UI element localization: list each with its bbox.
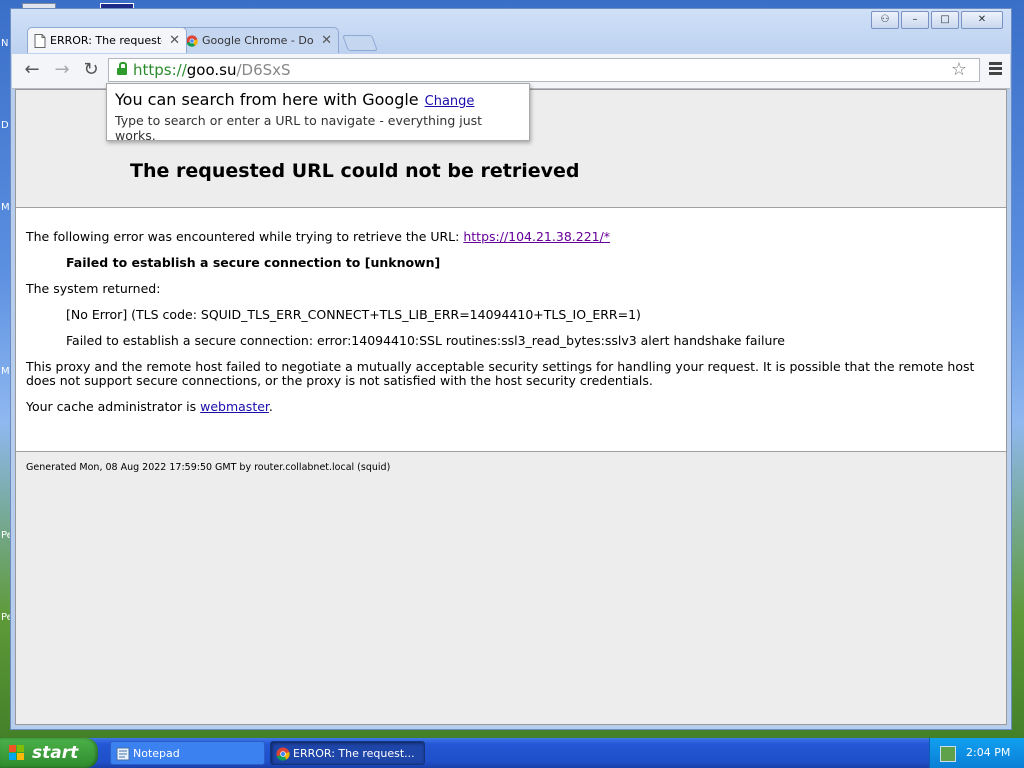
forward-button[interactable]: → (50, 59, 74, 81)
tab-strip: ERROR: The requested URL ✕ Google Chrome… (27, 27, 378, 55)
tab-title: ERROR: The requested URL (50, 34, 162, 47)
new-tab-button[interactable] (342, 35, 378, 51)
windows-logo-icon (9, 745, 25, 761)
bookmark-star-icon[interactable]: ☆ (951, 59, 967, 81)
taskbar: start Notepad ERROR: The request... 2:04… (0, 738, 1024, 768)
lock-icon[interactable] (117, 62, 127, 75)
error-intro-text: The following error was encountered whil… (26, 229, 464, 244)
generated-timestamp: Generated Mon, 08 Aug 2022 17:59:50 GMT … (26, 462, 391, 473)
reload-button[interactable]: ↻ (79, 59, 103, 81)
chrome-menu-icon[interactable] (989, 62, 1002, 75)
url-scheme: https:// (133, 61, 187, 79)
change-search-link[interactable]: Change (425, 94, 475, 109)
notepad-icon (116, 747, 130, 761)
error-explanation: This proxy and the remote host failed to… (26, 359, 975, 388)
window-controls: ⚇ – □ ✕ (871, 11, 1003, 29)
page-content: The requested URL could not be retrieved… (15, 89, 1007, 725)
ssl-error-detail: Failed to establish a secure connection:… (66, 333, 785, 348)
desktop-icon-label[interactable]: M (1, 202, 10, 213)
url-path: /D6SxS (236, 61, 291, 79)
close-tab-button[interactable]: ✕ (321, 33, 332, 48)
start-button[interactable]: start (0, 738, 98, 768)
url-host: goo.su (186, 61, 237, 79)
tab-title: Google Chrome - Download t (202, 34, 314, 47)
chrome-icon (276, 747, 290, 761)
network-icon[interactable] (940, 746, 956, 762)
admin-suffix: . (268, 399, 273, 414)
bubble-subtitle: Type to search or enter a URL to navigat… (115, 113, 483, 143)
close-tab-button[interactable]: ✕ (169, 33, 180, 48)
taskbar-item-chrome[interactable]: ERROR: The request... (270, 741, 425, 765)
tls-error-detail: [No Error] (TLS code: SQUID_TLS_ERR_CONN… (66, 307, 641, 322)
taskbar-item-label: Notepad (133, 747, 180, 760)
search-info-bubble: You can search from here with Google Chan… (106, 83, 530, 143)
document-icon (34, 34, 46, 48)
system-returned-label: The system returned: (26, 281, 161, 296)
error-heading: Failed to establish a secure connection … (66, 255, 441, 270)
error-footer: Generated Mon, 08 Aug 2022 17:59:50 GMT … (16, 451, 1006, 724)
bubble-title: You can search from here with Google (115, 90, 419, 109)
tab-chrome-download[interactable]: Google Chrome - Download t ✕ (179, 27, 339, 53)
admin-prefix: Your cache administrator is (26, 399, 201, 414)
chrome-icon (186, 35, 198, 47)
page-title: The requested URL could not be retrieved (130, 160, 580, 182)
tab-error-page[interactable]: ERROR: The requested URL ✕ (27, 27, 187, 53)
taskbar-item-notepad[interactable]: Notepad (110, 741, 265, 765)
desktop-icon-label[interactable]: M (1, 366, 10, 377)
back-button[interactable]: ← (20, 59, 44, 81)
taskbar-item-label: ERROR: The request... (293, 747, 415, 760)
system-tray: 2:04 PM (929, 738, 1024, 768)
user-profile-button[interactable]: ⚇ (871, 11, 899, 29)
webmaster-link[interactable]: webmaster (200, 399, 269, 414)
maximize-button[interactable]: □ (931, 11, 959, 29)
admin-line: Your cache administrator is webmaster. (26, 400, 996, 414)
start-label: start (32, 743, 79, 763)
minimize-button[interactable]: – (901, 11, 929, 29)
close-window-button[interactable]: ✕ (961, 11, 1003, 29)
desktop-icon-label[interactable]: D (1, 120, 9, 131)
address-bar[interactable]: https:// goo.su /D6SxS ☆ (108, 58, 980, 82)
clock[interactable]: 2:04 PM (966, 738, 1010, 768)
error-url-link[interactable]: https://104.21.38.221/* (463, 229, 610, 244)
error-intro: The following error was encountered whil… (26, 230, 996, 244)
desktop-icon-label[interactable]: N (1, 38, 8, 49)
error-body: The following error was encountered whil… (16, 208, 1006, 414)
